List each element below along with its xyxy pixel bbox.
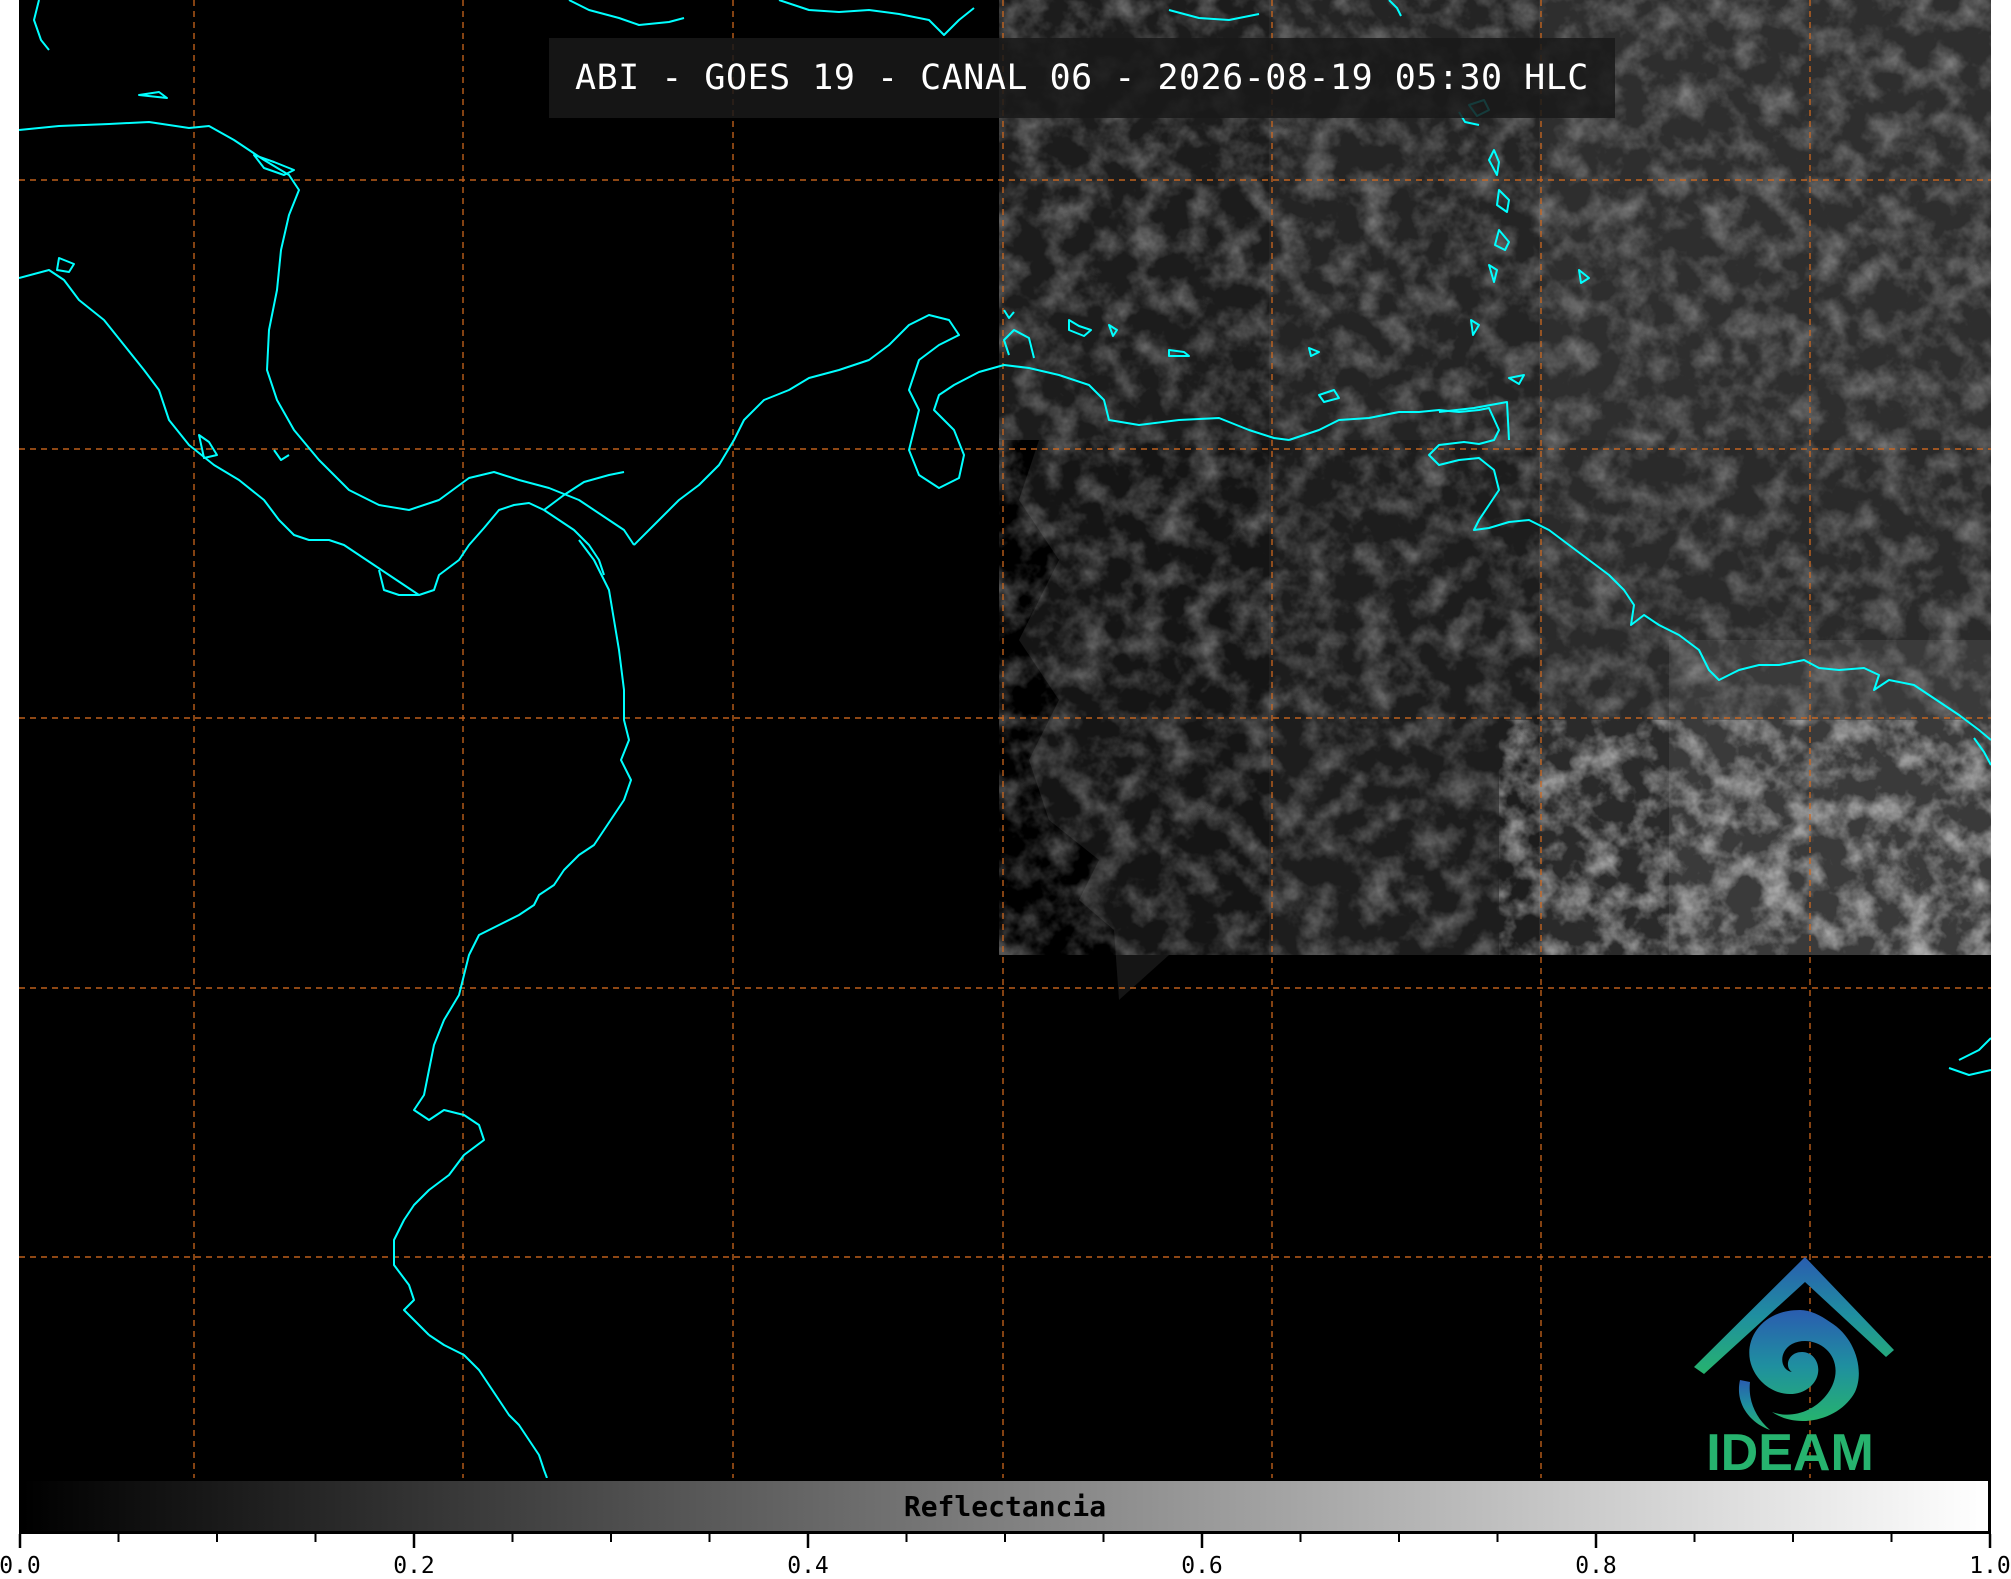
colorbar-label: Reflectancia <box>903 1489 1107 1523</box>
colorbar-tick-label: 0.4 <box>787 1553 829 1579</box>
ideam-logo: IDEAM <box>1680 1252 1920 1478</box>
colorbar-tick-label: 0.2 <box>393 1553 435 1579</box>
colorbar: Reflectancia <box>19 1478 1991 1534</box>
colorbar-tick-label: 0.8 <box>1575 1553 1617 1579</box>
title-banner: ABI - GOES 19 - CANAL 06 - 2026-08-19 05… <box>549 38 1615 118</box>
colorbar-tick-label: 1.0 <box>1969 1553 2011 1579</box>
ideam-logo-text: IDEAM <box>1706 1424 1874 1474</box>
satellite-map[interactable]: ABI - GOES 19 - CANAL 06 - 2026-08-19 05… <box>19 0 1991 1478</box>
ideam-logo-icon: IDEAM <box>1694 1257 1894 1478</box>
colorbar-tick-label: 0.0 <box>0 1553 41 1579</box>
colorbar-tick-label: 0.6 <box>1181 1553 1223 1579</box>
map-title: ABI - GOES 19 - CANAL 06 - 2026-08-19 05… <box>575 58 1589 98</box>
colorbar-ticks <box>18 1534 1992 1548</box>
